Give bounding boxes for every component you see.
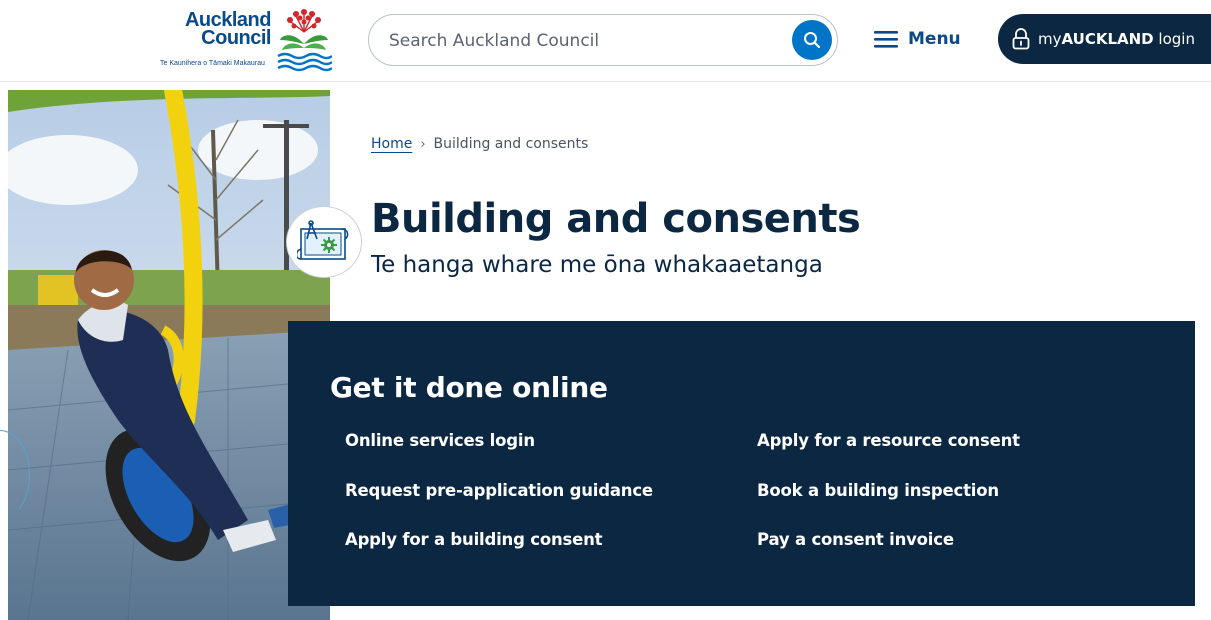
request-pre-application-guidance-link[interactable]: Request pre-application guidance xyxy=(345,481,653,500)
site-header: Auckland Council Te Kaunihera o Tāmaki M… xyxy=(0,0,1211,82)
breadcrumb-current: Building and consents xyxy=(433,136,589,152)
breadcrumb-home-link[interactable]: Home xyxy=(371,136,412,152)
hamburger-icon xyxy=(874,31,898,48)
category-badge xyxy=(286,206,362,278)
online-services-login-link[interactable]: Online services login xyxy=(345,431,535,450)
padlock-icon xyxy=(1012,28,1030,50)
online-panel-title: Get it done online xyxy=(330,371,608,404)
get-it-done-online-panel: Get it done online Online services login… xyxy=(288,321,1195,606)
pay-consent-invoice-link[interactable]: Pay a consent invoice xyxy=(757,530,954,549)
search-input[interactable] xyxy=(389,28,769,54)
search-bar xyxy=(368,14,838,66)
logo-word-council: Council xyxy=(201,27,271,49)
building-plan-icon xyxy=(297,220,349,260)
apply-resource-consent-link[interactable]: Apply for a resource consent xyxy=(757,431,1020,450)
logo-tagline: Te Kaunihera o Tāmaki Makaurau xyxy=(160,60,265,67)
page-subtitle: Te hanga whare me ōna whakaaetanga xyxy=(371,252,823,278)
chevron-right-icon: › xyxy=(420,136,426,152)
hero-photo-child-on-swing xyxy=(8,90,330,620)
apply-building-consent-link[interactable]: Apply for a building consent xyxy=(345,530,603,549)
menu-button[interactable]: Menu xyxy=(874,24,961,54)
auckland-council-logo[interactable]: Auckland Council Te Kaunihera o Tāmaki M… xyxy=(160,4,335,76)
login-label: myAUCKLAND login xyxy=(1038,30,1195,48)
pohutukawa-logo-icon xyxy=(277,9,332,72)
page-title: Building and consents xyxy=(371,196,861,242)
book-building-inspection-link[interactable]: Book a building inspection xyxy=(757,481,999,500)
breadcrumb: Home › Building and consents xyxy=(371,136,588,152)
search-icon xyxy=(804,32,821,49)
search-button[interactable] xyxy=(792,20,832,60)
myauckland-login-button[interactable]: myAUCKLAND login xyxy=(998,14,1211,64)
menu-label: Menu xyxy=(908,29,961,49)
